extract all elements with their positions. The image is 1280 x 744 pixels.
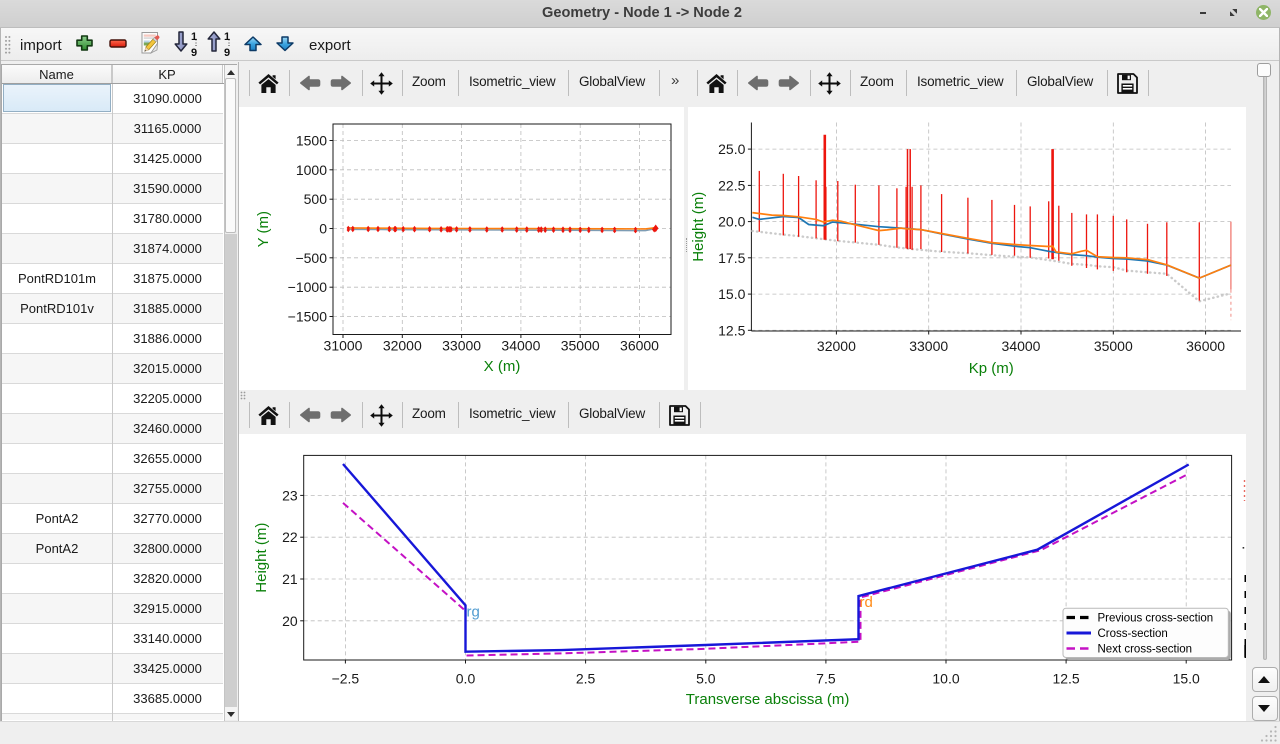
svg-text:12.5: 12.5 — [718, 322, 745, 338]
svg-text:20.0: 20.0 — [718, 214, 745, 230]
svg-text:20: 20 — [282, 613, 298, 629]
svg-text:500: 500 — [304, 191, 328, 207]
svg-text:34000: 34000 — [501, 338, 540, 354]
svg-text:35000: 35000 — [561, 338, 600, 354]
svg-text:Height (m): Height (m) — [253, 523, 270, 593]
svg-text:15.0: 15.0 — [1173, 671, 1200, 687]
svg-text:−1000: −1000 — [288, 279, 328, 295]
svg-text:Next cross-section: Next cross-section — [1098, 644, 1193, 656]
svg-text:7.5: 7.5 — [816, 671, 836, 687]
svg-text:23: 23 — [282, 487, 298, 503]
svg-text:15.0: 15.0 — [718, 286, 745, 302]
svg-text:12.5: 12.5 — [1052, 671, 1079, 687]
svg-text:32000: 32000 — [383, 338, 422, 354]
svg-text:17.5: 17.5 — [718, 250, 745, 266]
svg-text:10.0: 10.0 — [932, 671, 959, 687]
svg-text:21: 21 — [282, 571, 298, 587]
svg-text:0.0: 0.0 — [456, 671, 476, 687]
svg-text:−2.5: −2.5 — [332, 671, 360, 687]
svg-text:31000: 31000 — [324, 338, 363, 354]
svg-text:Previous cross-section: Previous cross-section — [1098, 613, 1214, 625]
svg-text:rd: rd — [860, 594, 873, 611]
svg-text:1000: 1000 — [296, 162, 327, 178]
svg-text:33000: 33000 — [909, 338, 948, 354]
svg-text:Height (m): Height (m) — [690, 192, 707, 262]
svg-text:9: 9 — [224, 47, 230, 57]
svg-text:32000: 32000 — [817, 338, 856, 354]
svg-text:9: 9 — [191, 47, 197, 57]
svg-text:0: 0 — [319, 221, 327, 237]
svg-text:22.5: 22.5 — [718, 177, 745, 193]
svg-text:rg: rg — [467, 603, 480, 620]
svg-text:34000: 34000 — [1002, 338, 1041, 354]
svg-text:Y (m): Y (m) — [255, 211, 272, 247]
svg-text:−500: −500 — [295, 250, 327, 266]
svg-text:2.5: 2.5 — [576, 671, 596, 687]
svg-text:X (m): X (m) — [484, 358, 521, 375]
svg-text:33000: 33000 — [442, 338, 481, 354]
svg-text:Cross-section: Cross-section — [1098, 628, 1168, 640]
svg-text:36000: 36000 — [1186, 338, 1225, 354]
svg-text:5.0: 5.0 — [696, 671, 716, 687]
svg-text:−1500: −1500 — [288, 309, 328, 325]
svg-text:25.0: 25.0 — [718, 141, 745, 157]
svg-text:Kp (m): Kp (m) — [969, 360, 1014, 377]
svg-text:36000: 36000 — [620, 338, 659, 354]
svg-text:Transverse abscissa (m): Transverse abscissa (m) — [686, 691, 850, 708]
svg-text:35000: 35000 — [1094, 338, 1133, 354]
svg-text:22: 22 — [282, 529, 298, 545]
svg-text:1500: 1500 — [296, 133, 327, 149]
